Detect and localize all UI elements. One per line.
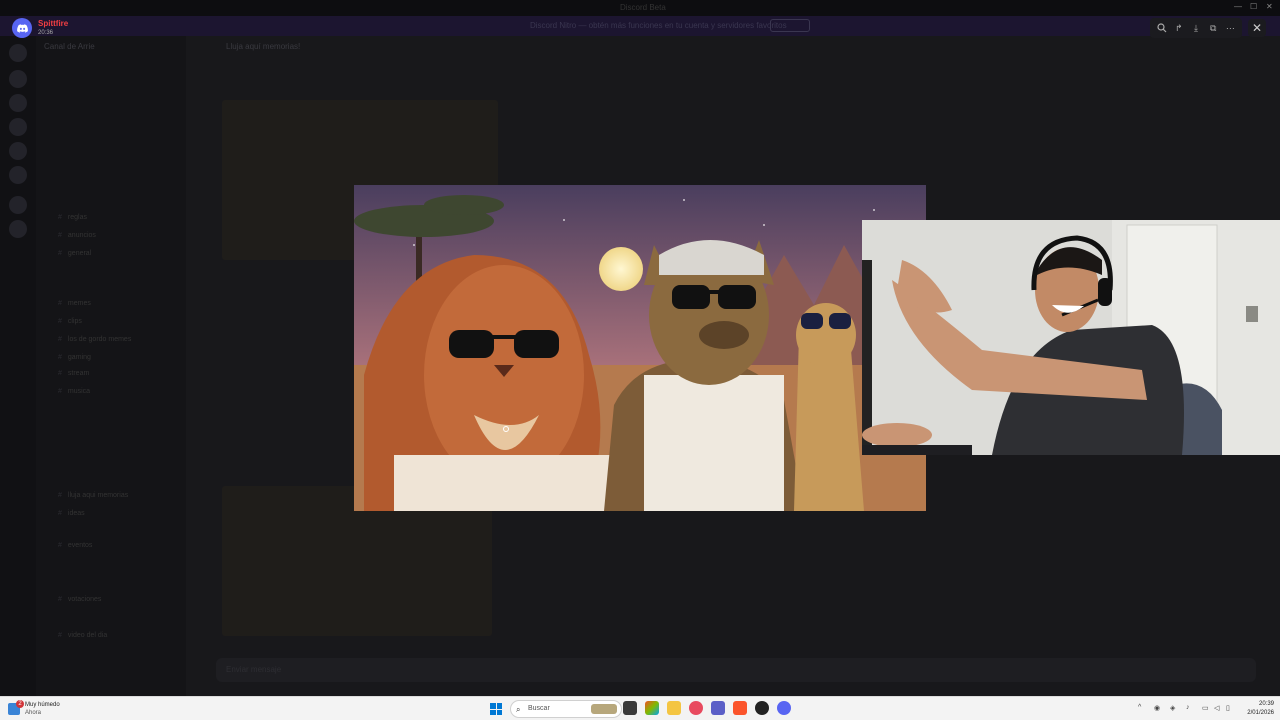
more-icon[interactable]: ⋯ — [1223, 21, 1237, 35]
window-title: Discord Beta — [620, 3, 666, 12]
meme-image[interactable] — [354, 185, 926, 511]
server-icon[interactable] — [9, 118, 27, 136]
server-icon[interactable] — [9, 44, 27, 62]
volume-icon[interactable]: ◁ — [1214, 704, 1219, 712]
banner-cta-button[interactable] — [770, 19, 810, 32]
app-icon[interactable] — [689, 701, 703, 715]
share-icon[interactable]: ↱ — [1172, 21, 1186, 35]
message-placeholder: Enviar mensaje — [226, 665, 282, 674]
server-icon[interactable] — [9, 166, 27, 184]
chevron-up-icon[interactable]: ^ — [1138, 704, 1141, 711]
close-icon[interactable]: ✕ — [1248, 19, 1266, 37]
channel-item-active[interactable]: lluja aqui memorias — [58, 492, 128, 499]
image-viewer-toolbar: ↱ ⤓ ⧉ ⋯ — [1150, 18, 1242, 38]
channel-item[interactable]: clips — [58, 318, 82, 325]
clock-time: 20:39 — [1258, 701, 1274, 707]
notification-time: 20:36 — [38, 30, 54, 36]
channel-title: Lluja aquí memorias! — [226, 42, 301, 51]
tray-app-icon[interactable]: ◈ — [1170, 704, 1175, 712]
start-button[interactable] — [490, 703, 502, 715]
channel-item[interactable]: eventos — [58, 542, 93, 549]
task-view-icon[interactable] — [623, 701, 637, 715]
search-placeholder: Buscar — [528, 705, 550, 712]
minimize-button[interactable]: — — [1234, 2, 1242, 11]
server-icon[interactable] — [9, 142, 27, 160]
copilot-icon[interactable] — [645, 701, 659, 715]
window-title-bar: Discord Beta — [0, 0, 1280, 16]
teams-icon[interactable] — [711, 701, 725, 715]
taskbar-search[interactable]: ⌕ Buscar — [510, 700, 622, 718]
server-name[interactable]: Canal de Arrie — [44, 42, 95, 51]
clock[interactable]: 20:39 2/01/2026 — [1240, 700, 1274, 718]
server-icon[interactable] — [9, 94, 27, 112]
screen: Discord Beta Discord Nitro — obtén más f… — [0, 0, 1280, 720]
server-icon[interactable] — [9, 220, 27, 238]
windows-taskbar: 2 Muy húmedo Ahora ⌕ Buscar ^ ◉ ◈ ♪ ▭ ◁ … — [0, 696, 1280, 720]
obs-icon[interactable] — [755, 701, 769, 715]
channel-item[interactable]: gaming — [58, 354, 91, 361]
discord-icon[interactable] — [777, 701, 791, 715]
channel-item[interactable]: reglas — [58, 214, 87, 221]
maximize-button[interactable]: ☐ — [1250, 2, 1257, 11]
message-input[interactable]: Enviar mensaje — [216, 658, 1256, 682]
open-external-icon[interactable]: ⧉ — [1206, 21, 1220, 35]
window-close-button[interactable]: ✕ — [1266, 2, 1273, 11]
discord-icon — [12, 18, 32, 38]
search-highlight-image — [591, 704, 617, 714]
folder-icon[interactable] — [667, 701, 681, 715]
channel-item[interactable]: memes — [58, 300, 91, 307]
network-icon[interactable]: ▭ — [1202, 704, 1209, 712]
download-icon[interactable]: ⤓ — [1189, 21, 1203, 35]
server-icon[interactable] — [9, 196, 27, 214]
channel-item[interactable]: musica — [58, 388, 90, 395]
notification-sender: Spittfire — [38, 19, 69, 28]
clock-date: 2/01/2026 — [1247, 710, 1274, 716]
channel-sidebar: Canal de Arrie reglas anuncios general m… — [36, 36, 186, 696]
weather-badge: 2 — [16, 700, 24, 708]
search-icon: ⌕ — [516, 705, 521, 714]
channel-item[interactable]: los de gordo memes — [58, 336, 131, 343]
channel-item[interactable]: stream — [58, 370, 89, 377]
channel-item[interactable]: anuncios — [58, 232, 96, 239]
notification-toast[interactable]: Spittfire 20:36 — [8, 14, 98, 42]
channel-item[interactable]: general — [58, 250, 91, 257]
microphone-icon[interactable]: ♪ — [1186, 704, 1190, 711]
channel-item[interactable]: video del dia — [58, 632, 107, 639]
weather-condition: Muy húmedo — [25, 702, 60, 708]
channel-item[interactable]: ideas — [58, 510, 85, 517]
banner-text: Discord Nitro — obtén más funciones en t… — [530, 21, 787, 30]
channel-item[interactable]: votaciones — [58, 596, 101, 603]
server-icon[interactable] — [9, 70, 27, 88]
battery-icon[interactable]: ▯ — [1226, 704, 1230, 712]
weather-widget[interactable]: 2 Muy húmedo Ahora — [8, 700, 88, 718]
brave-icon[interactable] — [733, 701, 747, 715]
person-webcam — [862, 220, 1280, 455]
tray-app-icon[interactable]: ◉ — [1154, 704, 1160, 712]
server-list — [0, 36, 36, 696]
nitro-banner: Discord Nitro — obtén más funciones en t… — [0, 16, 1280, 36]
zoom-icon[interactable] — [1155, 21, 1169, 35]
weather-time: Ahora — [25, 710, 42, 716]
